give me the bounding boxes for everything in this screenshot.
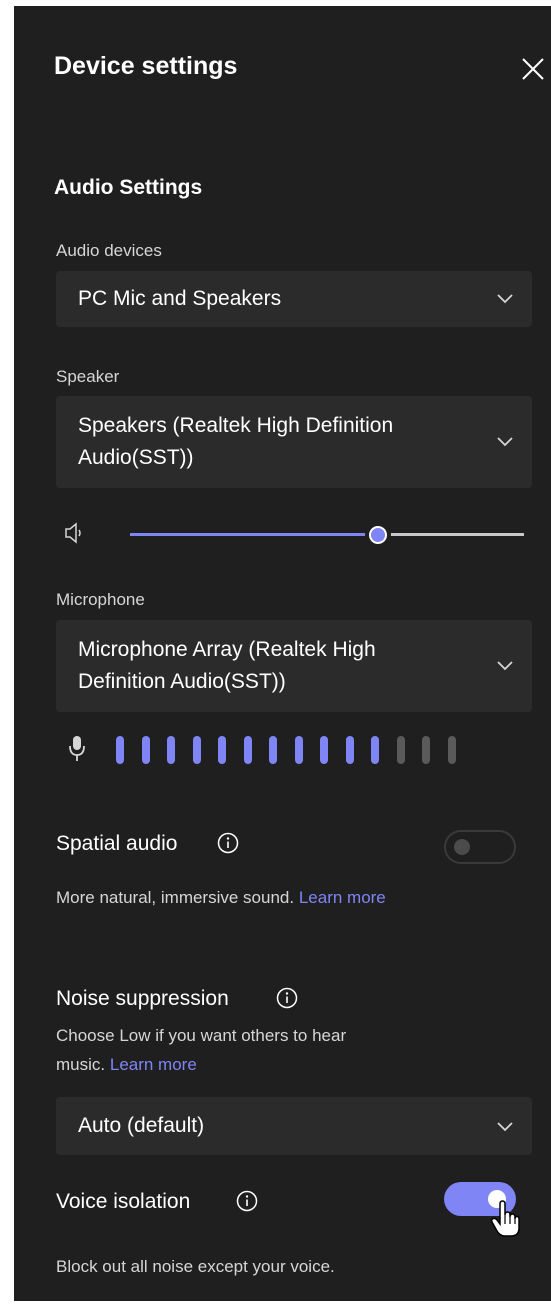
microphone-level-bar: [345, 736, 354, 764]
microphone-level-bar: [141, 736, 150, 764]
chevron-down-icon: [497, 1122, 513, 1132]
noise-suppression-dropdown[interactable]: Auto (default): [56, 1097, 532, 1155]
microphone-icon: [69, 736, 85, 761]
audio-devices-label: Audio devices: [56, 241, 162, 260]
microphone-level-bar: [320, 736, 328, 764]
noise-suppression-description-text: music.: [56, 1055, 106, 1074]
spatial-audio-description: More natural, immersive sound. Learn mor…: [56, 883, 386, 912]
microphone-level-bar: [243, 736, 252, 764]
microphone-level-bar: [192, 736, 201, 764]
microphone-level-bar: [422, 736, 430, 764]
spatial-audio-toggle[interactable]: [444, 830, 516, 864]
microphone-level-bar: [269, 736, 277, 764]
info-icon[interactable]: [217, 832, 239, 854]
close-icon[interactable]: [520, 56, 546, 82]
microphone-level-bar: [371, 736, 379, 764]
microphone-level-bar: [116, 736, 124, 764]
spatial-audio-label: Spatial audio: [56, 832, 178, 855]
noise-suppression-learn-more-link[interactable]: Learn more: [110, 1055, 197, 1074]
panel-title: Device settings: [54, 52, 238, 80]
microphone-label: Microphone: [56, 590, 145, 609]
microphone-value-line1: Microphone Array (Realtek High: [78, 638, 376, 661]
microphone-dropdown[interactable]: Microphone Array (Realtek High Definitio…: [56, 620, 532, 712]
speaker-volume-icon: [65, 522, 81, 544]
chevron-down-icon: [497, 437, 513, 447]
info-icon[interactable]: [276, 987, 298, 1009]
noise-suppression-description-line2: music. Learn more: [56, 1050, 197, 1079]
chevron-down-icon: [497, 661, 513, 671]
volume-slider-filled[interactable]: [130, 533, 379, 536]
chevron-down-icon: [497, 294, 513, 304]
hand-cursor-icon: [490, 1200, 520, 1237]
volume-slider-thumb[interactable]: [365, 522, 392, 548]
spatial-audio-learn-more-link[interactable]: Learn more: [299, 888, 386, 907]
speaker-label: Speaker: [56, 367, 120, 386]
audio-settings-heading: Audio Settings: [54, 176, 203, 199]
voice-isolation-label: Voice isolation: [56, 1190, 191, 1213]
info-icon[interactable]: [236, 1190, 258, 1212]
speaker-value-line2: Audio(SST)): [78, 446, 194, 469]
microphone-level-bar: [396, 736, 405, 764]
voice-isolation-description: Block out all noise except your voice.: [56, 1257, 335, 1276]
volume-slider-track[interactable]: [378, 533, 524, 536]
microphone-level-bar: [218, 736, 226, 764]
microphone-level-bar: [167, 736, 175, 764]
speaker-value-line1: Speakers (Realtek High Definition: [78, 414, 394, 437]
speaker-dropdown[interactable]: Speakers (Realtek High Definition Audio(…: [56, 396, 532, 488]
toggle-knob: [454, 839, 470, 855]
audio-devices-dropdown[interactable]: PC Mic and Speakers: [56, 271, 532, 327]
microphone-value-line2: Definition Audio(SST)): [78, 670, 286, 693]
noise-suppression-value: Auto (default): [78, 1114, 205, 1137]
audio-devices-value: PC Mic and Speakers: [78, 287, 282, 310]
noise-suppression-label: Noise suppression: [56, 987, 229, 1010]
spatial-audio-description-text: More natural, immersive sound.: [56, 888, 295, 907]
microphone-level-bar: [294, 736, 303, 764]
noise-suppression-description-line1: Choose Low if you want others to hear: [56, 1026, 347, 1045]
microphone-level-bar: [447, 736, 456, 764]
device-settings-panel: Device settings Audio Settings Audio dev…: [14, 6, 551, 1301]
